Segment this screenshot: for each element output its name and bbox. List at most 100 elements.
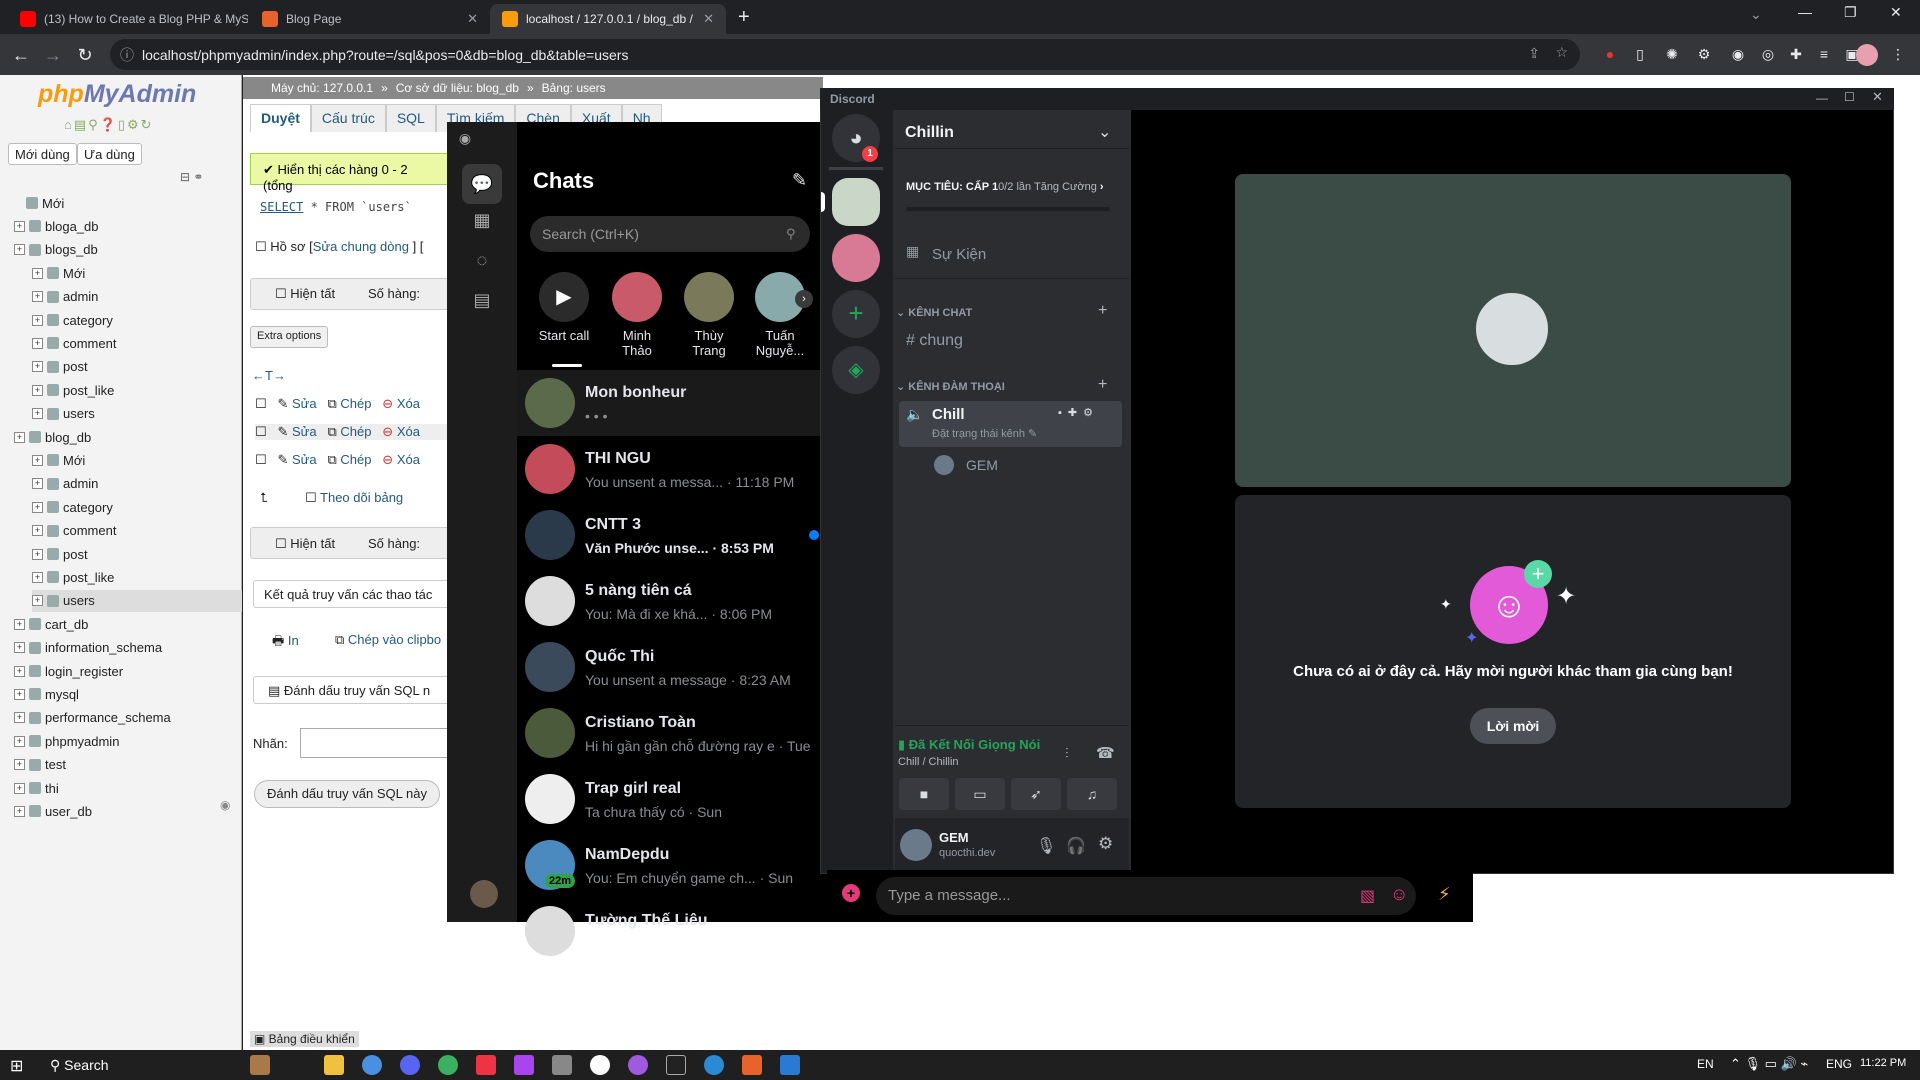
tree-item[interactable]: + mysql: [14, 683, 79, 705]
app-icon[interactable]: [514, 1055, 534, 1075]
add-server-icon[interactable]: +: [832, 290, 880, 338]
collapse-all-icon[interactable]: ⊟ ⚭: [180, 170, 203, 184]
tree-item[interactable]: + post: [32, 356, 88, 378]
story-thuy-trang[interactable]: Thùy Trang: [679, 272, 739, 358]
text-category[interactable]: ⌄ KÊNH CHAT: [896, 306, 972, 319]
expand-icon[interactable]: +: [32, 337, 43, 349]
expand-icon[interactable]: +: [32, 291, 43, 303]
database-breadcrumb[interactable]: Cơ sở dữ liệu: blog_db: [396, 81, 519, 95]
expand-icon[interactable]: +: [14, 618, 25, 630]
menu-kebab-icon[interactable]: ⋮: [1888, 44, 1908, 64]
story-start-call[interactable]: ▶ Start call: [534, 272, 594, 343]
voice-category[interactable]: ⌄ KÊNH ĐÀM THOẠI: [896, 380, 1005, 393]
extension-translate-icon[interactable]: ⚙: [1694, 44, 1714, 64]
events-link[interactable]: Sự Kiện: [932, 246, 986, 263]
tab-sql[interactable]: SQL: [385, 104, 436, 132]
tab-blog-page[interactable]: Blog Page ✕: [250, 4, 490, 34]
close-window-icon[interactable]: ✕: [1890, 4, 1902, 21]
star-icon[interactable]: ☆: [1555, 44, 1568, 61]
chat-search-input[interactable]: Search (Ctrl+K): [530, 216, 810, 252]
console-toggle[interactable]: ▣ Bảng điều khiển: [250, 1031, 359, 1047]
expand-icon[interactable]: +: [32, 478, 43, 490]
expand-icon[interactable]: +: [14, 431, 25, 443]
share-icon[interactable]: ⇪: [1528, 45, 1540, 62]
expand-icon[interactable]: +: [32, 548, 43, 560]
expand-icon[interactable]: +: [32, 525, 43, 537]
new-tab-button[interactable]: +: [738, 6, 750, 29]
delete-link[interactable]: ⊖ Xóa: [382, 452, 420, 467]
edit-link[interactable]: ✎ Sửa: [278, 452, 317, 467]
stories-next-icon[interactable]: ›: [795, 290, 813, 308]
tree-item[interactable]: + blog_db: [14, 426, 91, 448]
messenger-profile-avatar[interactable]: [470, 880, 498, 908]
copy-link[interactable]: ⧉ Chép: [327, 424, 371, 439]
user-avatar[interactable]: [900, 829, 932, 861]
tab-search-icon[interactable]: ⌄: [1750, 6, 1762, 23]
expand-icon[interactable]: +: [32, 595, 43, 607]
chats-icon[interactable]: 💬: [462, 164, 502, 204]
voice-connected-sub[interactable]: Chill / Chillin: [898, 756, 959, 768]
extension-record-icon[interactable]: ●: [1600, 44, 1620, 64]
add-attachment-icon[interactable]: +: [842, 884, 860, 902]
expand-icon[interactable]: +: [32, 384, 43, 396]
taskbar-search[interactable]: ⚲ Search: [44, 1053, 244, 1077]
delete-link[interactable]: ⊖ Xóa: [382, 396, 420, 411]
windows-start-icon[interactable]: ⊞: [10, 1056, 23, 1076]
lightning-icon[interactable]: ⚡: [1438, 884, 1451, 905]
expand-icon[interactable]: +: [14, 805, 25, 817]
tray-icons[interactable]: ⌃ 🎙 ▭ 🔊 ⌁: [1730, 1056, 1808, 1072]
tab-youtube[interactable]: (13) How to Create a Blog PHP & MySQL...…: [8, 4, 248, 34]
activity-rocket-icon[interactable]: ➶: [1011, 778, 1061, 810]
headphones-icon[interactable]: 🎧: [1066, 836, 1086, 856]
row-checkbox[interactable]: ☐: [255, 396, 267, 411]
tree-item[interactable]: + phpmyadmin: [14, 730, 119, 752]
expand-icon[interactable]: +: [14, 735, 25, 747]
tree-item[interactable]: + performance_schema: [14, 707, 171, 729]
reload-icon[interactable]: ↻: [72, 42, 98, 68]
tab-browse[interactable]: Duyệt: [250, 104, 311, 132]
tree-item[interactable]: + blogs_db: [14, 239, 98, 261]
file-explorer-icon[interactable]: [324, 1055, 344, 1075]
clock[interactable]: 11:22 PM: [1860, 1057, 1906, 1069]
extension-gear-icon[interactable]: ✺: [1662, 44, 1682, 64]
dc-maximize-icon[interactable]: ☐: [1844, 90, 1855, 104]
copy-link[interactable]: ⧉ Chép: [327, 396, 371, 411]
extension-circle-icon[interactable]: ◉: [1728, 44, 1748, 64]
chat-list-item[interactable]: Trap girl real Ta chưa thấy có · Sun: [517, 766, 827, 832]
chat-list-item[interactable]: THI NGU You unsent a messa... · 11:18 PM: [517, 436, 827, 502]
extension-radio-icon[interactable]: ◎: [1758, 44, 1778, 64]
tree-item[interactable]: + comment: [32, 332, 116, 354]
archive-icon[interactable]: ▤: [468, 286, 496, 314]
tree-item[interactable]: + cart_db: [14, 613, 88, 635]
expand-icon[interactable]: +: [32, 408, 43, 420]
app-icon[interactable]: [552, 1055, 572, 1075]
tree-item[interactable]: + post_like: [32, 566, 114, 588]
app-icon[interactable]: [438, 1055, 458, 1075]
keyboard-language[interactable]: ENG: [1826, 1057, 1852, 1071]
chat-list-item[interactable]: Mon bonheur • • •: [517, 370, 827, 436]
chat-list-item[interactable]: Cristiano Toàn Hi hi gần gần chỗ đường ra…: [517, 700, 827, 766]
boost-goal[interactable]: MỤC TIÊU: CẤP 10/2 lần Tăng Cường ›: [906, 181, 1104, 193]
message-input[interactable]: Type a message...: [876, 877, 1416, 915]
expand-icon[interactable]: +: [14, 220, 25, 232]
column-arrows-icon[interactable]: ←T→: [252, 368, 286, 383]
dc-minimize-icon[interactable]: —: [1816, 91, 1828, 105]
tree-item[interactable]: + comment: [32, 520, 116, 542]
close-tab-icon[interactable]: ✕: [703, 11, 714, 27]
address-bar[interactable]: ⓘ localhost/phpmyadmin/index.php?route=/…: [110, 39, 1580, 70]
tree-item[interactable]: + category: [32, 496, 113, 518]
tree-item[interactable]: + login_register: [14, 660, 123, 682]
copy-clipboard-link[interactable]: ⧉ Chép vào clipbo: [335, 632, 441, 648]
eye-icon[interactable]: ◉: [220, 798, 230, 812]
server-icon[interactable]: [832, 234, 880, 282]
expand-icon[interactable]: +: [14, 665, 25, 677]
tree-item[interactable]: + user_db: [14, 800, 92, 822]
tree-item[interactable]: + Mới: [32, 449, 85, 471]
chat-list-item[interactable]: Quốc Thi You unsent a message · 8:23 AM: [517, 634, 827, 700]
edge-icon[interactable]: [704, 1055, 724, 1075]
requests-icon[interactable]: ◌: [468, 246, 496, 274]
label-input[interactable]: [300, 728, 450, 758]
expand-icon[interactable]: +: [14, 642, 25, 654]
tree-item[interactable]: + information_schema: [14, 637, 162, 659]
dc-close-icon[interactable]: ✕: [1872, 89, 1883, 105]
